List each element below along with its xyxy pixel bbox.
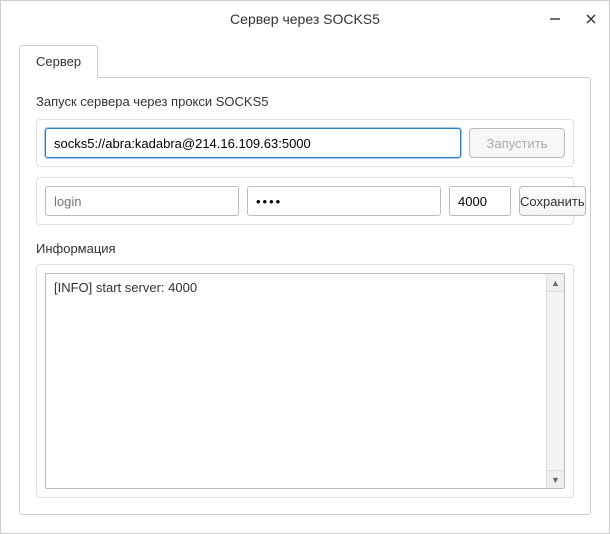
form-heading: Запуск сервера через прокси SOCKS5	[36, 94, 574, 109]
tab-header: Сервер	[19, 45, 591, 77]
url-row: Запустить	[36, 119, 574, 167]
tab-panel-server: Запуск сервера через прокси SOCKS5 Запус…	[19, 77, 591, 515]
minimize-icon	[549, 13, 561, 25]
minimize-button[interactable]	[537, 1, 573, 37]
password-input[interactable]	[247, 186, 441, 216]
scroll-down-button[interactable]: ▼	[547, 470, 564, 488]
window-controls	[537, 1, 609, 37]
window-title: Сервер через SOCKS5	[230, 11, 380, 27]
info-box: [INFO] start server: 4000 ▲ ▼	[45, 273, 565, 489]
chevron-up-icon: ▲	[551, 278, 560, 288]
info-heading: Информация	[36, 241, 574, 256]
info-box-frame: [INFO] start server: 4000 ▲ ▼	[36, 264, 574, 498]
tab-server[interactable]: Сервер	[19, 45, 98, 78]
start-button[interactable]: Запустить	[469, 128, 565, 158]
credentials-row: Сохранить	[36, 177, 574, 225]
close-icon	[585, 13, 597, 25]
scroll-up-button[interactable]: ▲	[547, 274, 564, 292]
login-input[interactable]	[45, 186, 239, 216]
info-log-text: [INFO] start server: 4000	[46, 274, 546, 488]
close-button[interactable]	[573, 1, 609, 37]
info-section: Информация [INFO] start server: 4000 ▲ ▼	[36, 241, 574, 498]
app-window: Сервер через SOCKS5 Сервер Запуск сервер…	[0, 0, 610, 534]
content-area: Сервер Запуск сервера через прокси SOCKS…	[1, 37, 609, 533]
vertical-scrollbar[interactable]: ▲ ▼	[546, 274, 564, 488]
save-button[interactable]: Сохранить	[519, 186, 586, 216]
chevron-down-icon: ▼	[551, 475, 560, 485]
titlebar: Сервер через SOCKS5	[1, 1, 609, 37]
proxy-url-input[interactable]	[45, 128, 461, 158]
port-input[interactable]	[449, 186, 511, 216]
